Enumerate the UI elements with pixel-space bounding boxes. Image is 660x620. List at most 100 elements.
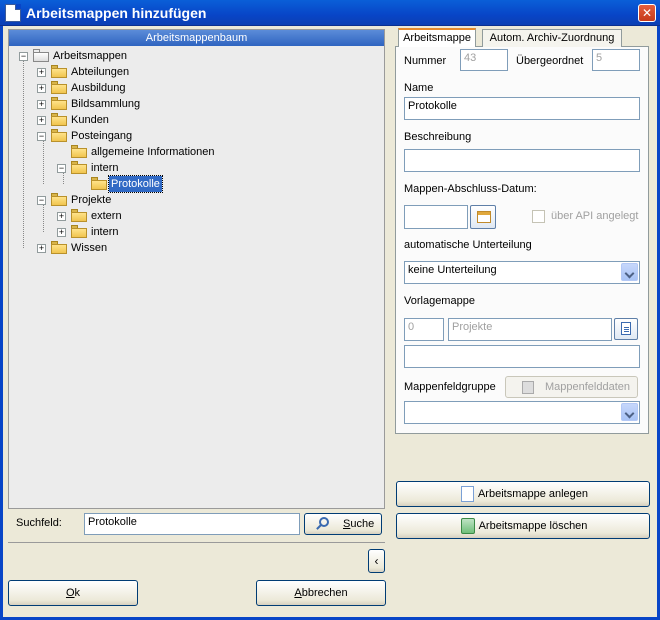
table-icon — [522, 381, 534, 394]
chevron-down-icon[interactable] — [621, 263, 638, 281]
calendar-icon — [477, 211, 491, 223]
folder-open-icon — [51, 193, 67, 206]
folder-open-icon — [33, 49, 49, 62]
expand-icon[interactable]: + — [37, 100, 46, 109]
tree-node-posteingang[interactable]: − Posteingang — [37, 128, 237, 144]
tree-connector — [43, 140, 44, 184]
tree-node-label: Wissen — [71, 242, 108, 254]
tree-node-label-selected: Protokolle — [108, 175, 163, 193]
arbeitsmappe-anlegen-button[interactable]: Arbeitsmappe anlegen — [396, 481, 650, 507]
folder-icon — [51, 81, 67, 94]
folder-icon — [71, 145, 87, 158]
folder-icon — [71, 225, 87, 238]
tree-node-label: Ausbildung — [71, 82, 126, 94]
tree-node-projekte[interactable]: − Projekte — [37, 192, 237, 208]
folder-icon — [71, 209, 87, 222]
chevron-down-icon[interactable] — [621, 403, 638, 421]
close-button[interactable]: ✕ — [638, 4, 656, 22]
tree-node-label: extern — [91, 210, 122, 222]
tree-connector — [43, 204, 44, 232]
folder-icon — [51, 241, 67, 254]
cancel-button[interactable]: Abbrechen — [256, 580, 386, 606]
expand-icon[interactable]: + — [37, 116, 46, 125]
collapse-icon[interactable]: − — [19, 52, 28, 61]
vorlage-select-button[interactable] — [614, 318, 638, 340]
window-icon — [5, 4, 21, 22]
tree-node-kunden[interactable]: + Kunden — [37, 112, 237, 128]
mappenfeldgruppe-select[interactable] — [404, 401, 640, 424]
vorlagemappe-extra-field[interactable] — [404, 345, 640, 368]
document-icon — [621, 322, 631, 335]
search-button[interactable]: Suche — [304, 513, 382, 535]
tree-node-arbeitsmappen[interactable]: − Arbeitsmappen — [19, 48, 219, 64]
tree-node-label: Kunden — [71, 114, 109, 126]
uebergeordnet-field: 5 — [592, 49, 640, 71]
mappenfelddaten-button: Mappenfelddaten — [505, 376, 638, 398]
tree-node-label: Projekte — [71, 194, 112, 206]
tree-node-protokolle[interactable]: Protokolle — [77, 175, 277, 193]
tree-node-label: intern — [91, 226, 119, 238]
ok-button[interactable]: Ok — [8, 580, 138, 606]
expand-icon[interactable]: + — [37, 244, 46, 253]
title-bar[interactable]: Arbeitsmappen hinzufügen ✕ — [0, 0, 660, 26]
collapse-icon[interactable]: − — [37, 196, 46, 205]
beschreibung-field[interactable] — [404, 149, 640, 172]
unterteilung-select[interactable]: keine Unterteilung — [404, 261, 640, 284]
tree-node-allgemeine-informationen[interactable]: allgemeine Informationen — [57, 144, 297, 160]
tree-node-label: intern — [91, 162, 119, 174]
tree-node-intern[interactable]: − intern — [57, 160, 257, 176]
expand-icon[interactable]: + — [37, 84, 46, 93]
tree-connector — [23, 60, 24, 248]
abschluss-datum-label: Mappen-Abschluss-Datum: — [404, 183, 537, 195]
tree-node-extern[interactable]: + extern — [57, 208, 257, 224]
folder-icon — [51, 97, 67, 110]
tree-node-bildsammlung[interactable]: + Bildsammlung — [37, 96, 237, 112]
tree-node-abteilungen[interactable]: + Abteilungen — [37, 64, 237, 80]
name-label: Name — [404, 82, 434, 94]
api-checkbox-label: über API angelegt — [551, 210, 639, 222]
window-title: Arbeitsmappen hinzufügen — [26, 5, 207, 21]
tree-node-label: Posteingang — [71, 130, 133, 142]
folder-icon — [51, 65, 67, 78]
folder-tree-panel[interactable]: Arbeitsmappenbaum − Arbeitsmappen + Abte… — [8, 29, 385, 509]
vorlagemappe-label: Vorlagemappe — [404, 295, 475, 307]
folder-selected-icon — [91, 177, 107, 190]
tab-arbeitsmappe[interactable]: Arbeitsmappe — [398, 28, 476, 47]
search-input[interactable]: Protokolle — [84, 513, 300, 535]
nummer-label: Nummer — [404, 55, 447, 67]
collapse-icon[interactable]: − — [57, 164, 66, 173]
collapse-icon[interactable]: − — [37, 132, 46, 141]
vorlagemappe-name-field: Projekte — [448, 318, 612, 341]
search-label: Suchfeld: — [16, 517, 62, 529]
tree-header: Arbeitsmappenbaum — [9, 30, 384, 46]
date-picker-button[interactable] — [470, 205, 496, 229]
abschluss-datum-field[interactable] — [404, 205, 468, 229]
collapse-panel-button[interactable]: ‹ — [368, 549, 385, 573]
tree-node-label: Arbeitsmappen — [53, 50, 127, 62]
tab-archiv-zuordnung[interactable]: Autom. Archiv-Zuordnung — [482, 29, 622, 47]
tree-node-wissen[interactable]: + Wissen — [37, 240, 237, 256]
unterteilung-value: keine Unterteilung — [408, 264, 497, 276]
expand-icon[interactable]: + — [57, 212, 66, 221]
beschreibung-label: Beschreibung — [404, 131, 472, 143]
divider — [8, 542, 385, 543]
name-field[interactable]: Protokolle — [404, 97, 640, 120]
folder-open-icon — [71, 161, 87, 174]
expand-icon[interactable]: + — [57, 228, 66, 237]
folder-icon — [51, 113, 67, 126]
api-checkbox — [532, 210, 545, 223]
search-icon — [319, 517, 329, 527]
vorlagemappe-number-field: 0 — [404, 318, 444, 341]
tree-node-label: Bildsammlung — [71, 98, 141, 110]
tree-node-ausbildung[interactable]: + Ausbildung — [37, 80, 237, 96]
expand-icon[interactable]: + — [37, 68, 46, 77]
folder-open-icon — [51, 129, 67, 142]
arbeitsmappe-loeschen-button[interactable]: Arbeitsmappe löschen — [396, 513, 650, 539]
tree-node-label: Abteilungen — [71, 66, 130, 78]
nummer-field: 43 — [460, 49, 508, 71]
tree-node-label: allgemeine Informationen — [91, 146, 215, 158]
search-button-label: Suche — [343, 518, 375, 530]
uebergeordnet-label: Übergeordnet — [516, 55, 584, 67]
tree-node-intern-projekte[interactable]: + intern — [57, 224, 257, 240]
unterteilung-label: automatische Unterteilung — [404, 239, 532, 251]
